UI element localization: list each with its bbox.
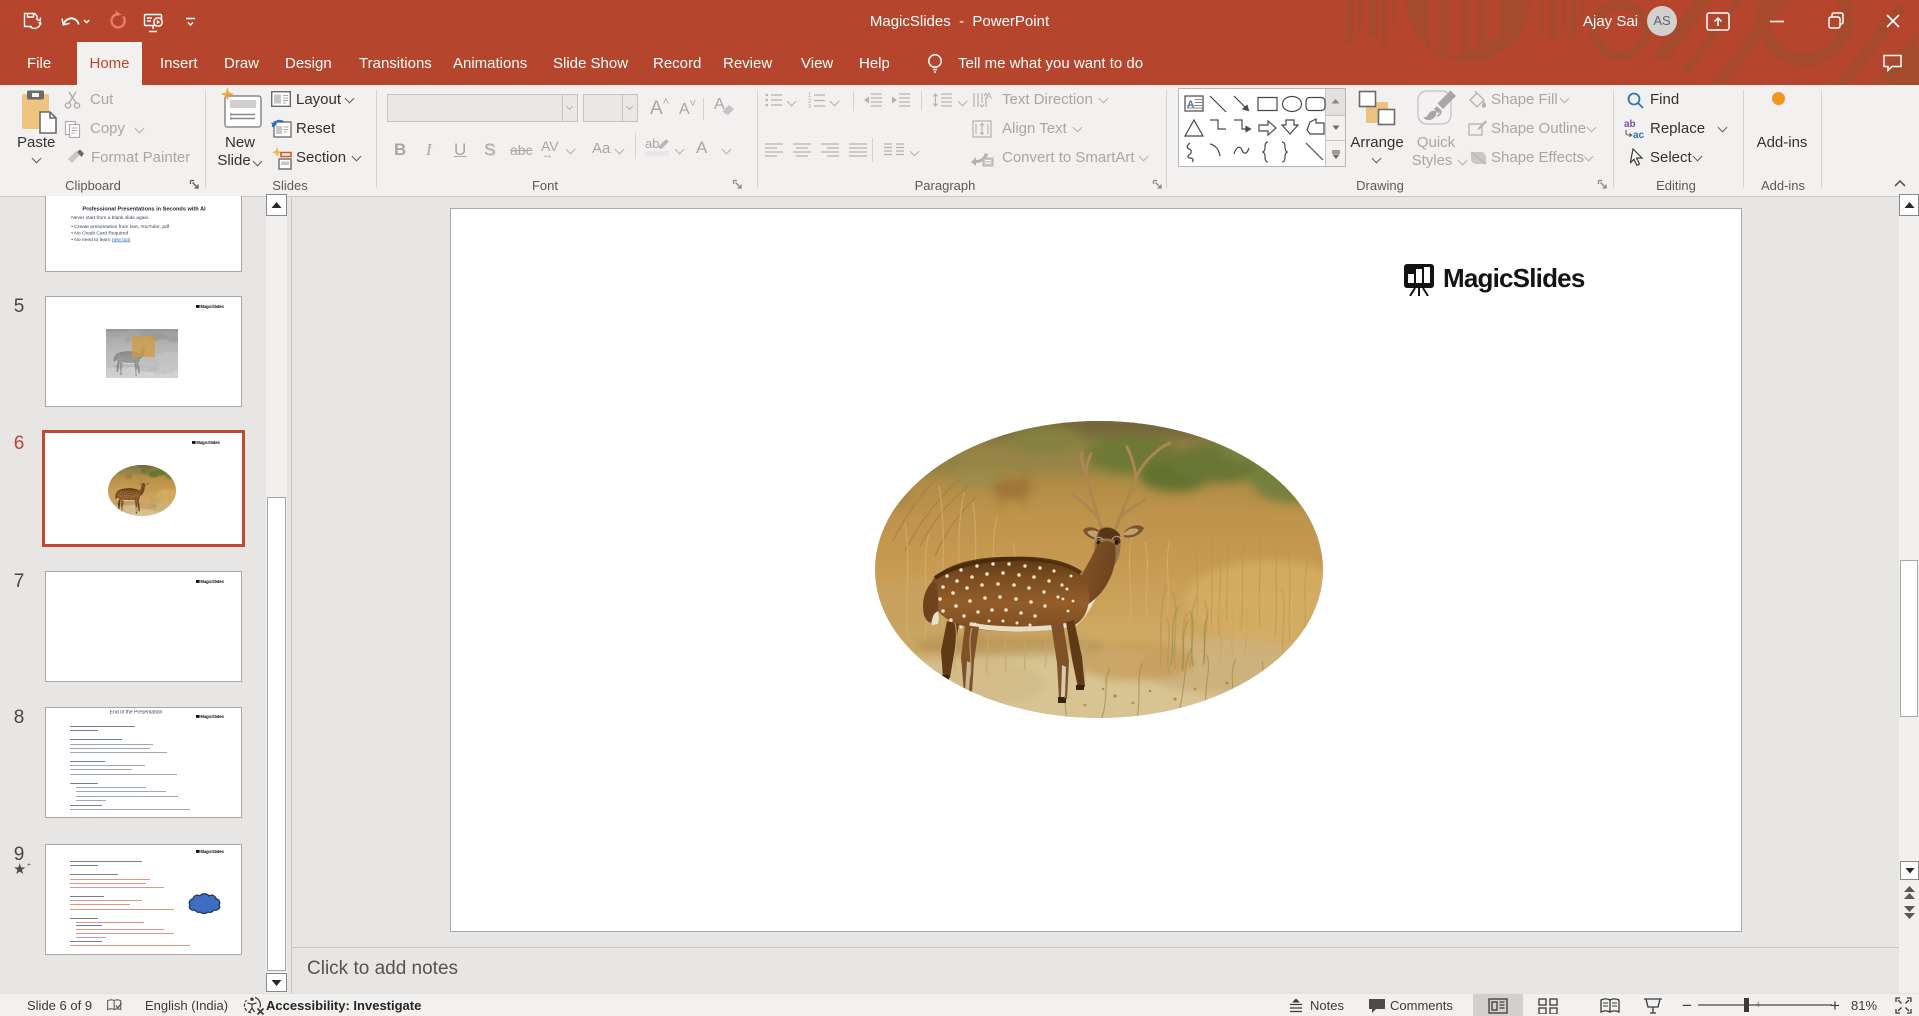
svg-text:ac: ac xyxy=(1633,130,1645,140)
svg-text:3: 3 xyxy=(808,105,812,109)
svg-text:A: A xyxy=(986,91,992,101)
svg-text:A: A xyxy=(1187,100,1194,111)
svg-text:ab: ab xyxy=(1624,119,1636,130)
